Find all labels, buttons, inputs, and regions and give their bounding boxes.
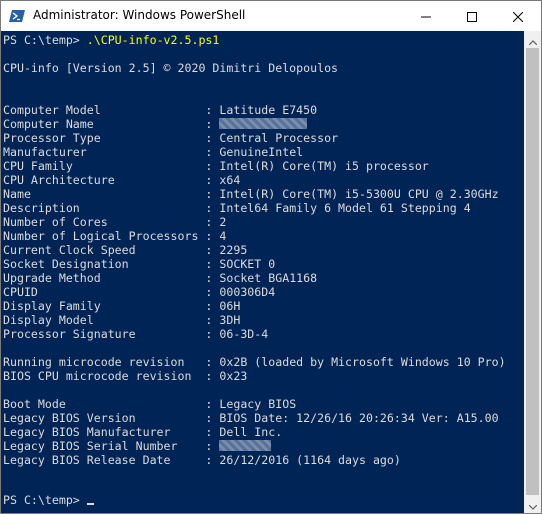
info-row-bios-release-date: Legacy BIOS Release Date : 26/12/2016 (1… (3, 453, 401, 467)
header-line: CPU-info [Version 2.5] © 2020 Dimitri De… (3, 61, 339, 75)
close-button[interactable] (495, 1, 541, 31)
scrollbar-thumb[interactable] (526, 48, 539, 495)
info-row-boot-mode: Boot Mode : Legacy BIOS (3, 397, 297, 411)
info-row-cpuid: CPUID : 000306D4 (3, 285, 276, 299)
minimize-button[interactable] (403, 1, 449, 31)
console-line: PS C:\temp> (3, 493, 94, 507)
window-title: Administrator: Windows PowerShell (33, 8, 246, 22)
maximize-button[interactable] (449, 1, 495, 31)
info-row-upgrade-method: Upgrade Method : Socket BGA1168 (3, 271, 318, 285)
maximize-icon (467, 7, 477, 26)
vertical-scrollbar[interactable] (524, 31, 541, 513)
prompt: PS C:\temp> (3, 493, 87, 507)
info-row-description: Description : Intel64 Family 6 Model 61 … (3, 201, 471, 215)
powershell-icon (9, 8, 25, 24)
info-row-name: Name : Intel(R) Core(TM) i5-5300U CPU @ … (3, 187, 499, 201)
info-row-processor-type: Processor Type : Central Processor (3, 131, 339, 145)
info-row-running-microcode: Running microcode revision : 0x2B (loade… (3, 355, 506, 369)
title-bar[interactable]: Administrator: Windows PowerShell (1, 1, 541, 31)
info-row-processor-signature: Processor Signature : 06-3D-4 (3, 327, 269, 341)
info-row-manufacturer: Manufacturer : GenuineIntel (3, 145, 304, 159)
chevron-down-icon (528, 495, 537, 514)
info-row-bios-manufacturer: Legacy BIOS Manufacturer : Dell Inc. (3, 425, 283, 439)
info-row-bios-microcode: BIOS CPU microcode revision : 0x23 (3, 369, 248, 383)
chevron-up-icon (528, 30, 537, 49)
info-row-display-model: Display Model : 3DH (3, 313, 241, 327)
info-row-display-family: Display Family : 06H (3, 299, 241, 313)
scroll-up-button[interactable] (524, 31, 541, 48)
scroll-down-button[interactable] (524, 496, 541, 513)
prompt: PS C:\temp> (3, 33, 87, 47)
console-line: PS C:\temp> .\CPU-info-v2.5.ps1 (3, 33, 219, 47)
info-row-socket-designation: Socket Designation : SOCKET 0 (3, 257, 276, 271)
info-row-cpu-family: CPU Family : Intel(R) Core(TM) i5 proces… (3, 159, 429, 173)
redacted-computer-name (219, 118, 308, 129)
info-row-clock-speed: Current Clock Speed : 2295 (3, 243, 248, 257)
powershell-window: Administrator: Windows PowerShell PS C:\… (0, 0, 542, 514)
info-row-cpu-architecture: CPU Architecture : x64 (3, 173, 241, 187)
redacted-serial-number (219, 440, 272, 451)
info-row-bios-version: Legacy BIOS Version : BIOS Date: 12/26/1… (3, 411, 499, 425)
info-row-computer-name: Computer Name : (3, 117, 308, 131)
info-row-logical-processors: Number of Logical Processors : 4 (3, 229, 227, 243)
info-row-computer-model: Computer Model : Latitude E7450 (3, 103, 318, 117)
close-icon (512, 7, 524, 26)
command-text: .\CPU-info-v2.5.ps1 (86, 33, 220, 47)
text-cursor (86, 503, 94, 505)
info-row-bios-serial: Legacy BIOS Serial Number : (3, 439, 272, 453)
console-output[interactable]: PS C:\temp> .\CPU-info-v2.5.ps1 CPU-info… (1, 31, 524, 513)
info-row-number-of-cores: Number of Cores : 2 (3, 215, 227, 229)
minimize-icon (421, 7, 431, 26)
